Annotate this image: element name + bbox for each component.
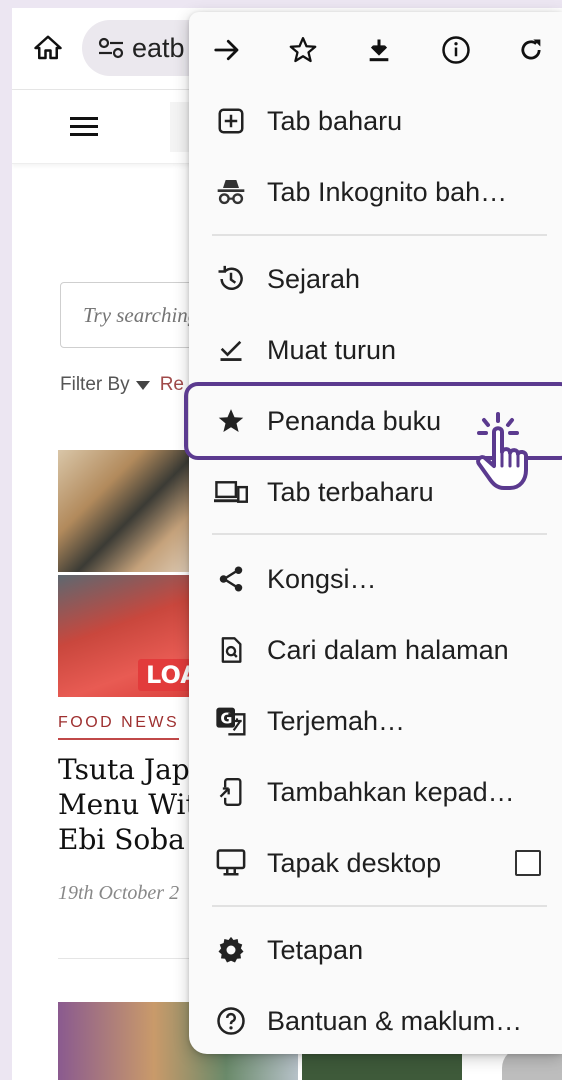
filter-by-control[interactable]: Filter By Re xyxy=(60,374,184,396)
menu-item-label: Tab Inkognito bah… xyxy=(267,176,508,207)
article-category[interactable]: FOOD NEWS xyxy=(58,714,180,740)
bookmark-this-page-button[interactable] xyxy=(283,30,323,70)
bookmark-star-icon xyxy=(213,403,249,439)
home-icon xyxy=(34,35,62,60)
menu-separator xyxy=(212,905,547,907)
menu-item-label: Terjemah… xyxy=(267,705,406,736)
menu-item-downloads[interactable]: Muat turun xyxy=(189,318,562,382)
browser-overflow-menu: Tab baharu Tab Inkognito bah… Sejarah Mu… xyxy=(189,12,562,1054)
menu-item-new-incognito-tab[interactable]: Tab Inkognito bah… xyxy=(189,160,562,224)
add-to-home-icon xyxy=(213,774,249,810)
translate-icon: G xyxy=(213,703,249,739)
recent-tabs-icon xyxy=(213,474,249,510)
menu-action-row xyxy=(189,12,562,84)
incognito-icon xyxy=(213,174,249,210)
forward-icon xyxy=(214,39,239,61)
menu-item-help-feedback[interactable]: Bantuan & maklum… xyxy=(189,989,562,1053)
find-in-page-icon xyxy=(213,632,249,668)
menu-item-add-to-home-screen[interactable]: Tambahkan kepad… xyxy=(189,760,562,824)
menu-item-desktop-site[interactable]: Tapak desktop xyxy=(189,831,562,895)
menu-item-settings[interactable]: Tetapan xyxy=(189,918,562,982)
menu-item-translate[interactable]: G Terjemah… xyxy=(189,689,562,753)
share-icon xyxy=(213,561,249,597)
page-info-button[interactable] xyxy=(436,30,476,70)
tap-hand-cursor-icon xyxy=(476,412,528,490)
menu-item-history[interactable]: Sejarah xyxy=(189,247,562,311)
menu-item-label: Cari dalam halaman xyxy=(267,634,509,665)
menu-item-new-tab[interactable]: Tab baharu xyxy=(189,89,562,153)
menu-item-label: Muat turun xyxy=(267,334,397,365)
url-text: eatb xyxy=(132,32,185,63)
help-icon xyxy=(213,1003,249,1039)
menu-item-label: Sejarah xyxy=(267,263,361,294)
article-date: 19th October 2 xyxy=(58,882,180,904)
downloads-icon xyxy=(213,332,249,368)
menu-item-label: Penanda buku xyxy=(267,405,442,436)
menu-item-label: Tab baharu xyxy=(267,105,403,136)
download-icon xyxy=(369,39,389,62)
menu-separator xyxy=(212,533,547,535)
refresh-icon xyxy=(521,39,541,60)
menu-item-label: Tetapan xyxy=(267,934,364,965)
menu-item-label: Tapak desktop xyxy=(267,847,442,878)
desktop-icon xyxy=(213,845,249,881)
filter-extra-link[interactable]: Re xyxy=(160,374,184,396)
settings-gear-icon xyxy=(213,932,249,968)
hamburger-menu-icon[interactable] xyxy=(70,112,106,142)
next-article-thumbnail-2[interactable] xyxy=(302,1052,462,1080)
forward-button[interactable] xyxy=(207,30,247,70)
new-tab-icon xyxy=(213,103,249,139)
star-icon xyxy=(289,37,317,63)
menu-item-label: Tab terbaharu xyxy=(267,476,434,507)
desktop-site-checkbox[interactable] xyxy=(515,850,541,876)
caret-down-icon xyxy=(135,380,150,390)
refresh-button[interactable] xyxy=(511,30,551,70)
menu-item-label: Bantuan & maklum… xyxy=(267,1005,523,1036)
menu-item-share[interactable]: Kongsi… xyxy=(189,547,562,611)
filter-label: Filter By xyxy=(60,374,130,395)
info-icon xyxy=(442,36,470,64)
menu-item-find-in-page[interactable]: Cari dalam halaman xyxy=(189,618,562,682)
home-button[interactable] xyxy=(30,30,66,66)
menu-item-label: Tambahkan kepad… xyxy=(267,776,515,807)
download-page-button[interactable] xyxy=(359,30,399,70)
menu-separator xyxy=(212,234,547,236)
history-icon xyxy=(213,261,249,297)
site-settings-icon[interactable] xyxy=(94,33,128,63)
menu-item-label: Kongsi… xyxy=(267,563,377,594)
